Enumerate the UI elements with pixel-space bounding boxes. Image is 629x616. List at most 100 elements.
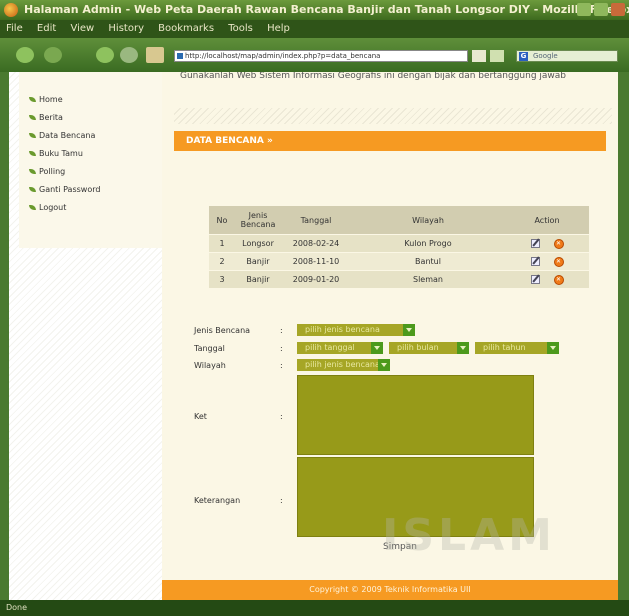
chevron-down-icon: [547, 342, 559, 354]
edit-icon[interactable]: [530, 239, 540, 248]
watermark: ISLAM: [382, 510, 556, 561]
cell-no: 1: [219, 239, 225, 248]
colon: :: [280, 344, 283, 353]
leaf-icon: [29, 169, 36, 174]
leaf-icon: [29, 115, 36, 120]
forward-icon[interactable]: [44, 47, 62, 63]
leaf-icon: [29, 187, 36, 192]
home-icon[interactable]: [146, 47, 164, 63]
cell-action: ✕: [505, 271, 589, 288]
leaf-icon: [29, 205, 36, 210]
header-tanggal: Tanggal: [300, 215, 332, 225]
navigation-toolbar: http://localhost/map/admin/index.php?p=d…: [0, 38, 629, 72]
menu-view[interactable]: View: [70, 23, 94, 34]
menu-bar: File Edit View History Bookmarks Tools H…: [0, 20, 629, 38]
back-icon[interactable]: [16, 47, 34, 63]
chevron-down-icon: [457, 342, 469, 354]
cell-jenis: Banjir: [246, 257, 270, 266]
cell-tanggal: 2008-11-10: [292, 257, 340, 266]
tanggal-label: Tanggal: [194, 344, 225, 353]
sidebar-item-polling[interactable]: Polling: [29, 166, 65, 178]
menu-help[interactable]: Help: [267, 23, 290, 34]
table-row: 3 Banjir 2009-01-20 Sleman ✕: [209, 271, 589, 288]
jenis-bencana-select[interactable]: pilih jenis bencana: [297, 324, 415, 336]
cell-no: 3: [219, 275, 225, 284]
page-viewport: Home Berita Data Bencana Buku Tamu Polli…: [9, 72, 618, 600]
cell-action: ✕: [505, 253, 589, 270]
browser-window: Halaman Admin - Web Peta Daerah Rawan Be…: [0, 0, 629, 616]
leaf-icon: [29, 151, 36, 156]
cell-wilayah: Sleman: [413, 275, 443, 284]
data-bencana-table: No Jenis Bencana Tanggal Wilayah Action …: [209, 206, 589, 288]
close-button[interactable]: [611, 3, 625, 16]
header-wilayah: Wilayah: [412, 215, 444, 225]
stop-icon[interactable]: [120, 47, 138, 63]
delete-icon[interactable]: ✕: [553, 238, 564, 249]
keterangan-label: Keterangan: [194, 496, 241, 505]
chevron-down-icon: [378, 359, 390, 371]
google-search-icon: G: [519, 52, 528, 61]
header-action: Action: [534, 215, 560, 225]
cell-jenis: Banjir: [246, 275, 270, 284]
colon: :: [280, 412, 283, 421]
menu-tools[interactable]: Tools: [228, 23, 253, 34]
sidebar-item-data-bencana[interactable]: Data Bencana: [29, 130, 95, 142]
cell-tanggal: 2009-01-20: [292, 275, 340, 284]
cell-wilayah: Bantul: [415, 257, 441, 266]
colon: :: [280, 496, 283, 505]
cell-jenis: Longsor: [242, 239, 274, 248]
ket-label: Ket: [194, 412, 207, 421]
window-title: Halaman Admin - Web Peta Daerah Rawan Be…: [24, 3, 629, 16]
colon: :: [280, 361, 283, 370]
search-input[interactable]: G Google: [516, 50, 618, 62]
delete-icon[interactable]: ✕: [553, 274, 564, 285]
leaf-icon: [29, 133, 36, 138]
tanggal-select[interactable]: pilih tanggal: [297, 342, 383, 354]
sidebar-item-home[interactable]: Home: [29, 94, 63, 106]
sidebar-item-buku-tamu[interactable]: Buku Tamu: [29, 148, 83, 160]
table-header: No Jenis Bencana Tanggal Wilayah Action: [209, 206, 589, 234]
sidebar-item-berita[interactable]: Berita: [29, 112, 63, 124]
window-titlebar: Halaman Admin - Web Peta Daerah Rawan Be…: [0, 0, 629, 20]
cell-tanggal: 2008-02-24: [292, 239, 340, 248]
menu-history[interactable]: History: [108, 23, 144, 34]
cell-wilayah: Kulon Progo: [404, 239, 452, 248]
edit-icon[interactable]: [530, 257, 540, 266]
table-row: 1 Longsor 2008-02-24 Kulon Progo ✕: [209, 235, 589, 252]
table-row: 2 Banjir 2008-11-10 Bantul ✕: [209, 253, 589, 270]
wilayah-select[interactable]: pilih jenis bencana: [297, 359, 390, 371]
sidebar-item-logout[interactable]: Logout: [29, 202, 66, 214]
wilayah-label: Wilayah: [194, 361, 226, 370]
menu-bookmarks[interactable]: Bookmarks: [158, 23, 214, 34]
search-placeholder: Google: [533, 52, 558, 60]
cell-action: ✕: [505, 235, 589, 252]
jenis-bencana-label: Jenis Bencana: [194, 326, 251, 335]
maximize-button[interactable]: [594, 3, 608, 16]
status-bar: Done: [0, 600, 629, 616]
chevron-down-icon: [371, 342, 383, 354]
bulan-select[interactable]: pilih bulan: [389, 342, 469, 354]
cell-no: 2: [219, 257, 225, 266]
page-favicon-icon: [177, 53, 183, 59]
main-content: Gunakanlah Web Sistem Informasi Geografi…: [162, 72, 618, 600]
minimize-button[interactable]: [577, 3, 591, 16]
header-jenis-bencana: Jenis Bencana: [240, 211, 276, 229]
intro-text: Gunakanlah Web Sistem Informasi Geografi…: [180, 72, 567, 81]
header-no: No: [216, 215, 228, 225]
edit-icon[interactable]: [530, 275, 540, 284]
go-button[interactable]: [472, 50, 486, 62]
ket-textarea[interactable]: [297, 375, 534, 455]
sidebar-item-ganti-password[interactable]: Ganti Password: [29, 184, 100, 196]
section-title: DATA BENCANA »: [174, 131, 606, 151]
bookmark-star-icon[interactable]: [490, 50, 504, 62]
tahun-select[interactable]: pilih tahun: [475, 342, 559, 354]
delete-icon[interactable]: ✕: [553, 256, 564, 267]
url-bar[interactable]: http://localhost/map/admin/index.php?p=d…: [174, 50, 468, 62]
sidebar: Home Berita Data Bencana Buku Tamu Polli…: [9, 72, 162, 600]
page-footer: Copyright © 2009 Teknik Informatika UII: [162, 580, 618, 600]
menu-edit[interactable]: Edit: [37, 23, 56, 34]
colon: :: [280, 326, 283, 335]
menu-file[interactable]: File: [6, 23, 23, 34]
chevron-down-icon: [403, 324, 415, 336]
reload-icon[interactable]: [96, 47, 114, 63]
